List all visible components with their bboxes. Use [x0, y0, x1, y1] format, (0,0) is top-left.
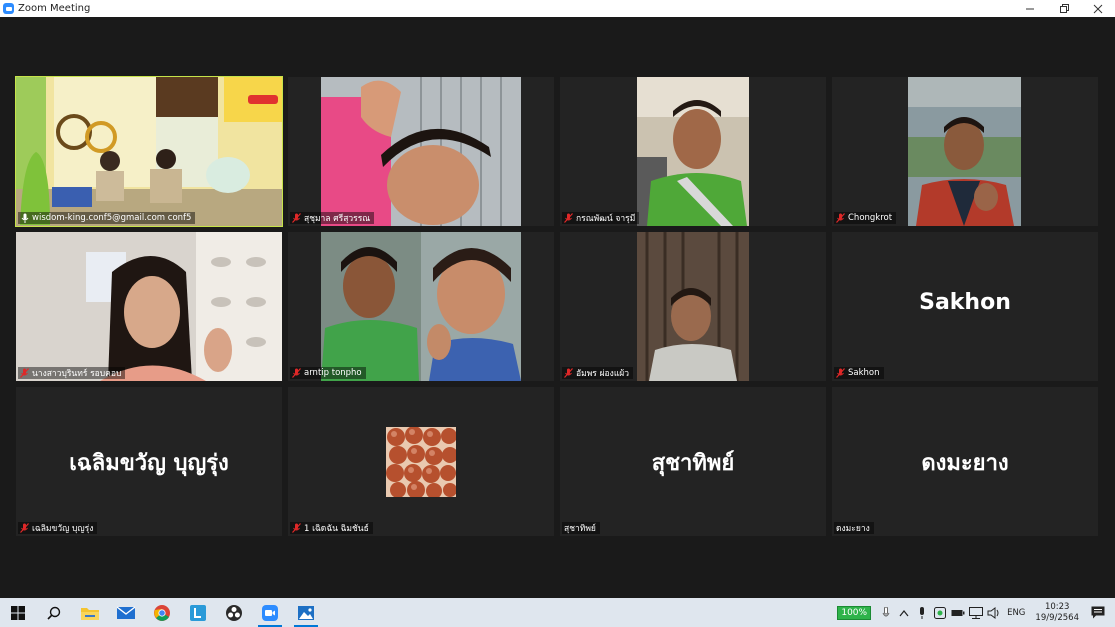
photos-button[interactable] [288, 598, 324, 627]
clock-time: 10:23 [1044, 601, 1070, 612]
participant-name: Chongkrot [848, 213, 893, 223]
participant-tile[interactable]: สุชุมาล ศรีสุวรรณ [288, 77, 554, 226]
battery-icon[interactable] [951, 606, 965, 620]
network-icon[interactable] [969, 606, 984, 620]
participant-tile[interactable]: กรณพัฒน์ จารุมี [560, 77, 826, 226]
participant-name-tag: เฉลิมขวัญ บุญรุ่ง [18, 522, 98, 534]
mail-button[interactable] [108, 598, 144, 627]
muted-microphone-icon [20, 523, 29, 533]
windows-taskbar: 100% ENG 10:23 19/9/2564 [0, 598, 1115, 627]
system-tray: 100% ENG 10:23 19/9/2564 [837, 598, 1115, 627]
muted-microphone-icon [292, 213, 301, 223]
zoom-taskbar-button[interactable] [252, 598, 288, 627]
muted-microphone-icon [564, 213, 573, 223]
app-tray-icon[interactable] [933, 606, 947, 620]
zoom-icon [262, 604, 278, 621]
windows-icon [11, 605, 25, 620]
participant-name-tag: ดงมะยาง [834, 522, 874, 534]
participant-display-name: เฉลิมขวัญ บุญรุ่ง [69, 451, 229, 476]
close-button[interactable] [1081, 0, 1115, 17]
participant-tile[interactable]: เฉลิมขวัญ บุญรุ่ง เฉลิมขวัญ บุญรุ่ง [16, 387, 282, 536]
chrome-icon [154, 604, 170, 621]
window-controls [1013, 0, 1115, 17]
restore-button[interactable] [1047, 0, 1081, 17]
participant-name-tag: 1 เฉิดฉัน ฉิมชันธ์ [290, 522, 373, 534]
participant-avatar [386, 426, 458, 499]
muted-microphone-icon [292, 523, 301, 533]
speaker-icon[interactable] [987, 606, 1001, 620]
notifications-icon[interactable] [1091, 606, 1105, 620]
participant-name: arntip tonpho [304, 368, 362, 378]
participant-name-tag: สุชุมาล ศรีสุวรรณ [290, 212, 375, 224]
file-explorer-button[interactable] [72, 598, 108, 627]
muted-microphone-icon [20, 368, 29, 378]
participant-video [321, 77, 521, 226]
participant-name-tag: กรณพัฒน์ จารุมี [562, 212, 640, 224]
muted-microphone-icon [836, 213, 845, 223]
muted-microphone-icon [292, 368, 301, 378]
line-app-icon [190, 604, 206, 621]
obs-button[interactable] [216, 598, 252, 627]
participant-name-tag: อัมพร ผ่องแผ้ว [562, 367, 634, 379]
microphone-tray-icon[interactable] [915, 606, 929, 620]
app-l-button[interactable] [180, 598, 216, 627]
participant-display-name: ดงมะยาง [921, 451, 1009, 476]
participant-name: Sakhon [848, 368, 880, 378]
gallery-view: wisdom-king.conf5@gmail.com conf5 สุชุมา… [0, 17, 1115, 598]
participant-tile[interactable]: 1 เฉิดฉัน ฉิมชันธ์ [288, 387, 554, 536]
participant-name: อัมพร ผ่องแผ้ว [576, 369, 630, 379]
participant-video [321, 232, 521, 381]
chrome-button[interactable] [144, 598, 180, 627]
muted-microphone-icon [564, 368, 573, 378]
participant-tile[interactable]: Chongkrot [832, 77, 1098, 226]
search-button[interactable] [36, 598, 72, 627]
participant-display-name: Sakhon [919, 290, 1011, 315]
start-button[interactable] [0, 598, 36, 627]
participant-tile[interactable]: นางสาวบุรินทร์ รอบคอบ [16, 232, 282, 381]
folder-icon [81, 607, 99, 620]
chevron-up-icon[interactable] [897, 606, 911, 620]
participant-name-tag: wisdom-king.conf5@gmail.com conf5 [18, 212, 196, 224]
participant-tile[interactable]: สุชาทิพย์ สุชาทิพย์ [560, 387, 826, 536]
zoom-level-indicator[interactable]: 100% [837, 605, 872, 620]
language-indicator[interactable]: ENG [1007, 608, 1025, 618]
participant-tile[interactable]: ดงมะยาง ดงมะยาง [832, 387, 1098, 536]
participant-name-tag: Chongkrot [834, 212, 897, 224]
participant-tile[interactable]: Sakhon Sakhon [832, 232, 1098, 381]
clock-date: 19/9/2564 [1035, 612, 1079, 623]
participant-tile[interactable]: wisdom-king.conf5@gmail.com conf5 [15, 76, 283, 227]
participant-tile[interactable]: อัมพร ผ่องแผ้ว [560, 232, 826, 381]
participant-name: กรณพัฒน์ จารุมี [576, 214, 636, 224]
participant-name: 1 เฉิดฉัน ฉิมชันธ์ [304, 524, 369, 534]
mail-icon [117, 605, 135, 619]
participant-video [908, 77, 1021, 226]
participant-name-tag: นางสาวบุรินทร์ รอบคอบ [18, 367, 126, 379]
search-icon [47, 606, 61, 620]
participant-display-name: สุชาทิพย์ [651, 451, 735, 476]
minimize-button[interactable] [1013, 0, 1047, 17]
participant-name-tag: arntip tonpho [290, 367, 366, 379]
participant-name: wisdom-king.conf5@gmail.com conf5 [32, 213, 192, 223]
participant-name: นางสาวบุรินทร์ รอบคอบ [32, 369, 122, 379]
participant-name: สุชาทิพย์ [564, 524, 596, 534]
participant-video [16, 77, 282, 226]
participant-name: ดงมะยาง [836, 524, 870, 534]
participant-video [637, 232, 749, 381]
muted-microphone-icon [836, 368, 845, 378]
photos-icon [298, 605, 314, 620]
participant-name-tag: Sakhon [834, 367, 884, 379]
participant-video [16, 232, 282, 381]
obs-icon [226, 604, 242, 621]
participant-name-tag: สุชาทิพย์ [562, 522, 600, 534]
window-titlebar: Zoom Meeting [0, 0, 1115, 17]
window-title: Zoom Meeting [18, 3, 91, 14]
zoom-app-icon [3, 3, 14, 14]
microphone-icon [20, 213, 29, 223]
participant-video [637, 77, 749, 226]
participant-name: สุชุมาล ศรีสุวรรณ [304, 214, 371, 224]
touch-icon[interactable] [879, 606, 893, 620]
participant-name: เฉลิมขวัญ บุญรุ่ง [32, 524, 94, 534]
clock[interactable]: 10:23 19/9/2564 [1035, 602, 1079, 624]
participant-tile[interactable]: arntip tonpho [288, 232, 554, 381]
